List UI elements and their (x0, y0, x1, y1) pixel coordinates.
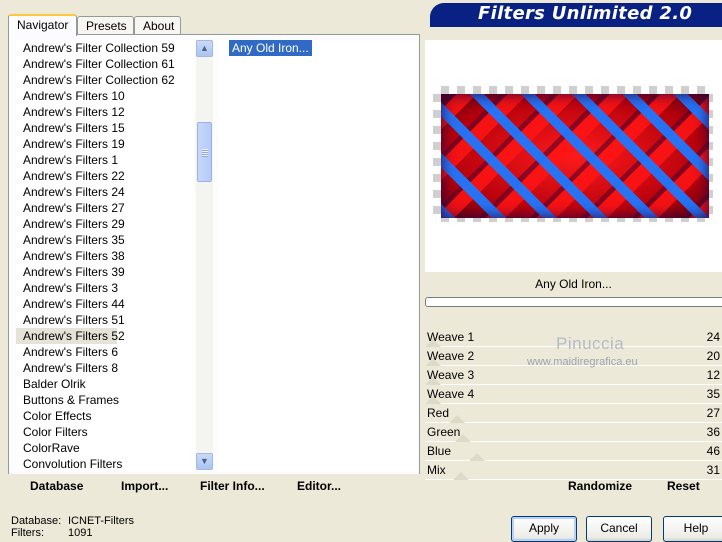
progress-bar (425, 297, 722, 307)
category-item[interactable]: Andrew's Filters 8 (16, 360, 194, 376)
category-item-selected[interactable]: Andrew's Filters 52 (16, 328, 125, 344)
status-database-value: ICNET-Filters (68, 515, 134, 527)
watermark-name: Pinuccia (556, 334, 625, 353)
apply-button[interactable]: Apply (511, 516, 577, 542)
category-item[interactable]: Andrew's Filters 29 (16, 216, 194, 232)
slider-thumb[interactable] (449, 415, 465, 423)
preview-image (441, 94, 709, 218)
slider-value: 36 (706, 425, 720, 439)
category-item[interactable]: Andrew's Filters 35 (16, 232, 194, 248)
banner-underline (430, 25, 722, 27)
category-item[interactable]: Andrew's Filters 15 (16, 120, 194, 136)
category-list[interactable]: Andrew's Filter Collection 59 Andrew's Fi… (16, 40, 194, 472)
category-item[interactable]: Color Effects (16, 408, 194, 424)
category-scrollbar[interactable]: ▲ ▼ (196, 40, 213, 470)
category-item[interactable]: Andrew's Filters 1 (16, 152, 194, 168)
slider-value: 24 (706, 330, 720, 344)
category-item[interactable]: Andrew's Filter Collection 61 (16, 56, 194, 72)
help-button[interactable]: Help (663, 516, 722, 542)
category-item[interactable]: Andrew's Filters 22 (16, 168, 194, 184)
category-item[interactable]: Andrew's Filters 38 (16, 248, 194, 264)
category-item[interactable]: Convolution Filters (16, 456, 194, 472)
scroll-down-button[interactable]: ▼ (196, 453, 213, 470)
slider-thumb[interactable] (425, 396, 441, 404)
status-database-label: Database: (11, 515, 62, 527)
slider-row-weave-3[interactable]: Weave 3 12 (425, 366, 722, 385)
slider-row-green[interactable]: Green 36 (425, 423, 722, 442)
filter-info-button[interactable]: Filter Info... (200, 479, 265, 493)
slider-row-red[interactable]: Red 27 (425, 404, 722, 423)
slider-label: Red (427, 406, 450, 420)
category-item[interactable]: Andrew's Filters 12 (16, 104, 194, 120)
scroll-up-button[interactable]: ▲ (196, 40, 213, 57)
category-item[interactable]: Andrew's Filters 19 (16, 136, 194, 152)
category-item[interactable]: Balder Olrik (16, 376, 194, 392)
watermark-url: www.maidiregrafica.eu (527, 356, 638, 368)
grip-icon (202, 149, 208, 157)
tab-navigator[interactable]: Navigator (8, 14, 77, 36)
slider-thumb[interactable] (455, 434, 471, 442)
category-item[interactable]: Andrew's Filters 51 (16, 312, 194, 328)
cancel-button[interactable]: Cancel (586, 516, 652, 542)
reset-button[interactable]: Reset (667, 479, 700, 493)
category-item[interactable]: Andrew's Filter Collection 62 (16, 72, 194, 88)
slider-row-blue[interactable]: Blue 46 (425, 442, 722, 461)
category-item[interactable]: Andrew's Filters 39 (16, 264, 194, 280)
parameter-button-bar: Randomize Reset (425, 474, 722, 500)
tab-about[interactable]: About (134, 16, 181, 34)
category-item[interactable]: ColorRave (16, 440, 194, 456)
randomize-button[interactable]: Randomize (568, 479, 632, 493)
category-item[interactable]: Andrew's Filter Collection 59 (16, 40, 194, 56)
database-button[interactable]: Database (30, 479, 83, 493)
scroll-thumb[interactable] (197, 122, 212, 182)
slider-thumb[interactable] (425, 377, 441, 385)
slider-value: 27 (706, 406, 720, 420)
status-filters-value: 1091 (68, 527, 93, 539)
status-filters-label: Filters: (11, 527, 44, 539)
slider-value: 46 (706, 444, 720, 458)
import-button[interactable]: Import... (121, 479, 168, 493)
category-item[interactable]: Andrew's Filters 44 (16, 296, 194, 312)
category-item[interactable]: Buttons & Frames (16, 392, 194, 408)
slider-row-weave-4[interactable]: Weave 4 35 (425, 385, 722, 404)
category-item[interactable]: Andrew's Filters 6 (16, 344, 194, 360)
editor-button[interactable]: Editor... (297, 479, 341, 493)
slider-value: 12 (706, 368, 720, 382)
slider-label: Blue (427, 444, 452, 458)
slider-value: 35 (706, 387, 720, 401)
tab-presets[interactable]: Presets (77, 16, 134, 34)
slider-thumb[interactable] (469, 453, 485, 461)
navigator-button-bar: Database Import... Filter Info... Editor… (8, 474, 420, 500)
filter-list[interactable]: Any Old Iron... (218, 40, 418, 472)
slider-thumb[interactable] (425, 339, 441, 347)
current-filter-name: Any Old Iron... (535, 277, 612, 291)
status-area: Database: ICNET-Filters Filters: 1091 (11, 515, 134, 539)
category-item[interactable]: Andrew's Filters 3 (16, 280, 194, 296)
slider-thumb[interactable] (425, 358, 441, 366)
category-item[interactable]: Color Filters (16, 424, 194, 440)
category-item[interactable]: Andrew's Filters 27 (16, 200, 194, 216)
app-title-banner: Filters Unlimited 2.0 (430, 3, 722, 25)
filter-item-selected[interactable]: Any Old Iron... (229, 40, 312, 56)
category-item[interactable]: Andrew's Filters 10 (16, 88, 194, 104)
slider-value: 20 (706, 349, 720, 363)
category-item[interactable]: Andrew's Filters 24 (16, 184, 194, 200)
